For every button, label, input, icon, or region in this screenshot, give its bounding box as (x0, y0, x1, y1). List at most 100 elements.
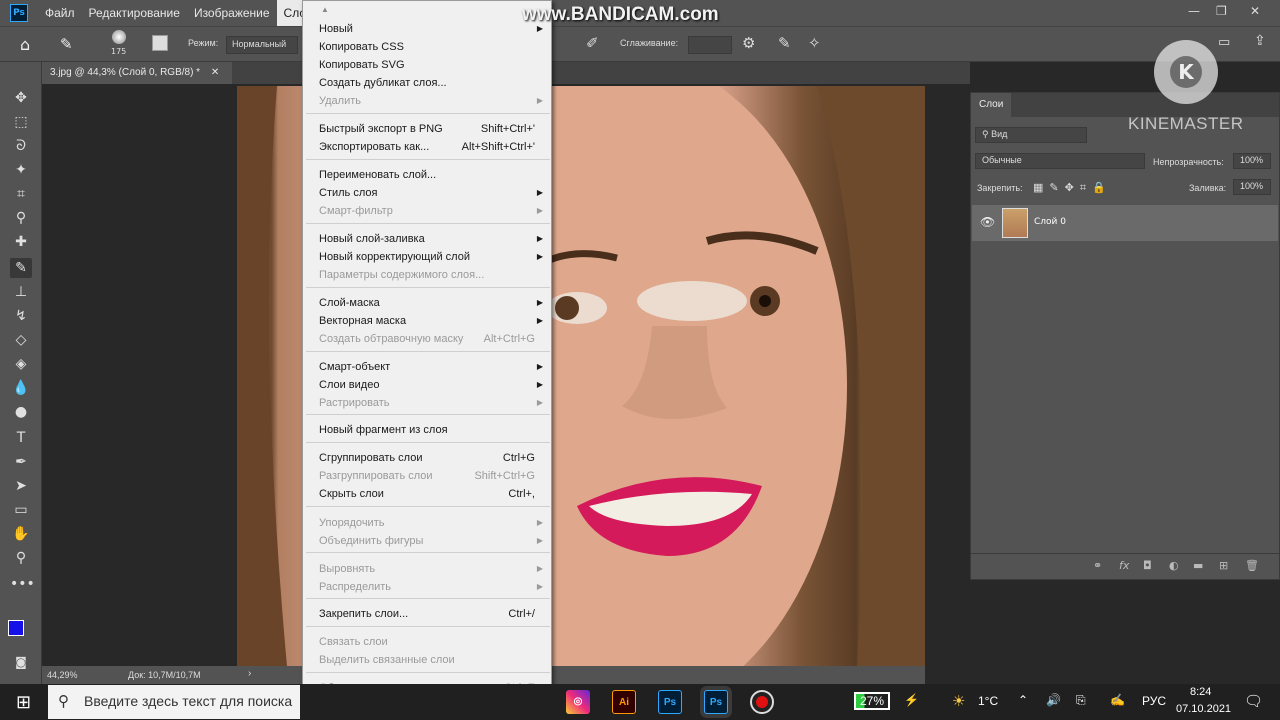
menu-item[interactable]: Распределить ▶ (319, 579, 547, 595)
menu-item[interactable]: Переименовать слой... (319, 167, 547, 183)
new-layer-icon[interactable]: ⊞ (1219, 559, 1228, 572)
photoshop-logo-icon[interactable]: Ps (10, 4, 28, 22)
blur-tool-icon[interactable]: 💧 (10, 378, 32, 398)
more-tools-icon[interactable]: ••• (10, 574, 35, 594)
crop-tool-icon[interactable]: ⌗ (10, 184, 32, 204)
adjustment-layer-icon[interactable]: ◐ (1169, 559, 1179, 572)
menu-item[interactable]: Копировать SVG (319, 57, 547, 73)
dodge-tool-icon[interactable]: ● (10, 402, 32, 422)
visibility-eye-icon[interactable]: 👁 (980, 215, 995, 229)
close-tab-icon[interactable]: ✕ (211, 67, 219, 78)
menu-item[interactable]: Смарт-фильтр ▶ (319, 203, 547, 219)
bandicam-record-icon[interactable] (750, 690, 774, 714)
menu-item[interactable]: Связать слои (319, 634, 547, 650)
healing-tool-icon[interactable]: ✚ (10, 232, 32, 252)
layer-kind-filter[interactable]: ⚲ Вид (975, 127, 1087, 143)
path-select-tool-icon[interactable]: ➤ (10, 476, 32, 496)
menu-item[interactable]: Упорядочить ▶ (319, 515, 547, 531)
language-indicator[interactable]: РУС (1142, 694, 1166, 708)
brush-preset-icon[interactable]: ✎ (60, 35, 73, 53)
foreground-color-swatch[interactable] (8, 620, 24, 636)
link-layers-icon[interactable]: ⚭ (1093, 559, 1102, 572)
clock-time[interactable]: 8:24 (1190, 686, 1211, 698)
eraser-tool-icon[interactable]: ◇ (10, 330, 32, 350)
menu-item[interactable]: Выделить связанные слои (319, 652, 547, 668)
menu-item[interactable]: Слой-маска ▶ (319, 295, 547, 311)
menu-item[interactable]: Векторная маска ▶ (319, 313, 547, 329)
menu-item[interactable]: Новый корректирующий слой ▶ (319, 249, 547, 265)
zoom-tool-icon[interactable]: ⚲ (10, 548, 32, 568)
menu-item[interactable]: Быстрый экспорт в PNG Shift+Ctrl+' (319, 121, 547, 137)
minimize-icon[interactable]: — (1188, 4, 1200, 18)
workspace-icon[interactable]: ▭ (1218, 35, 1230, 50)
brush-panel-icon[interactable] (152, 35, 168, 51)
menu-item[interactable]: Новый ▶ (319, 21, 547, 37)
trash-icon[interactable]: 🗑 (1245, 559, 1259, 572)
restore-icon[interactable]: ❐ (1216, 4, 1227, 18)
pen-tool-icon[interactable]: ✒ (10, 452, 32, 472)
menu-item[interactable]: Сгруппировать слои Ctrl+G (319, 450, 547, 466)
smoothing-field[interactable] (688, 36, 732, 54)
add-mask-icon[interactable]: ◘ (1143, 559, 1152, 572)
taskbar-search-box[interactable]: ⚲ Введите здесь текст для поиска (48, 685, 300, 719)
scroll-up-icon[interactable]: ▲ (321, 5, 329, 14)
photoshop-active-icon[interactable]: Ps (704, 690, 728, 714)
menu-item[interactable]: Создать обтравочную маску Alt+Ctrl+G (319, 331, 547, 347)
eyedropper-tool-icon[interactable]: ⚲ (10, 208, 32, 228)
history-brush-tool-icon[interactable]: ↯ (10, 306, 32, 326)
stamp-tool-icon[interactable]: ⊥ (10, 282, 32, 302)
menu-file[interactable]: Файл (38, 0, 82, 26)
mode-select[interactable]: Нормальный (226, 36, 298, 54)
lock-icons[interactable]: ▦✎✥⌗🔒 (1033, 181, 1112, 195)
battery-indicator[interactable]: 27% (854, 692, 891, 710)
lasso-tool-icon[interactable]: ᘐ (10, 136, 32, 156)
paint-bucket-tool-icon[interactable]: ◈ (10, 354, 32, 374)
fx-icon[interactable]: fx (1119, 559, 1129, 572)
menu-item[interactable]: Создать дубликат слоя... (319, 75, 547, 91)
notifications-icon[interactable]: 🗨 (1244, 692, 1263, 710)
blend-mode-select[interactable]: Обычные (975, 153, 1145, 169)
zoom-level[interactable]: 44,29% (47, 670, 78, 680)
airbrush-icon[interactable]: ✐ (586, 34, 599, 52)
brush-tool-icon[interactable]: ✎ (10, 258, 32, 278)
menu-item[interactable]: Растрировать ▶ (319, 395, 547, 411)
menu-item[interactable]: Объединить фигуры ▶ (319, 533, 547, 549)
illustrator-icon[interactable]: Ai (612, 690, 636, 714)
temperature[interactable]: 1°C (978, 694, 998, 708)
home-icon[interactable]: ⌂ (20, 35, 30, 54)
menu-item[interactable]: Копировать CSS (319, 39, 547, 55)
menu-edit[interactable]: Редактирование (82, 0, 187, 26)
marquee-tool-icon[interactable]: ⬚ (10, 112, 32, 132)
type-tool-icon[interactable]: T (10, 428, 32, 448)
menu-item[interactable]: Выровнять ▶ (319, 561, 547, 577)
hand-tool-icon[interactable]: ✋ (10, 524, 32, 544)
photoshop-taskbar-icon[interactable]: Ps (658, 690, 682, 714)
windows-start-icon[interactable]: ⊞ (16, 692, 31, 713)
clock-date[interactable]: 07.10.2021 (1176, 703, 1231, 715)
menu-item[interactable]: Скрыть слои Ctrl+, (319, 486, 547, 502)
status-arrow-icon[interactable]: › (248, 668, 251, 679)
menu-image[interactable]: Изображение (187, 0, 277, 26)
rectangle-tool-icon[interactable]: ▭ (10, 500, 32, 520)
menu-item[interactable]: Новый фрагмент из слоя (319, 422, 547, 438)
quick-mask-icon[interactable]: ◙ (10, 652, 32, 672)
move-tool-icon[interactable]: ✥ (10, 88, 32, 108)
menu-item[interactable]: Смарт-объект ▶ (319, 359, 547, 375)
menu-item[interactable]: Экспортировать как... Alt+Shift+Ctrl+' (319, 139, 547, 155)
show-hidden-icons-icon[interactable]: ⌃ (1018, 693, 1028, 707)
network-icon[interactable]: ⎘ (1076, 693, 1086, 708)
menu-item[interactable]: Параметры содержимого слоя... (319, 267, 547, 283)
share-icon[interactable]: ⇪ (1254, 33, 1266, 49)
menu-item[interactable]: Удалить ▶ (319, 93, 547, 109)
menu-item[interactable]: Закрепить слои... Ctrl+/ (319, 606, 547, 622)
document-tab[interactable]: 3.jpg @ 44,3% (Слой 0, RGB/8) * ✕ (42, 62, 232, 84)
menu-item[interactable]: Стиль слоя ▶ (319, 185, 547, 201)
fill-field[interactable]: 100% (1233, 179, 1271, 195)
volume-icon[interactable]: 🔊 (1046, 693, 1061, 707)
quick-select-tool-icon[interactable]: ✦ (10, 160, 32, 180)
weather-icon[interactable]: ☀ (952, 692, 965, 710)
menu-item[interactable]: Новый слой-заливка ▶ (319, 231, 547, 247)
close-icon[interactable]: ✕ (1250, 4, 1260, 18)
layers-tab[interactable]: Слои (971, 93, 1012, 117)
menu-item[interactable]: Слои видео ▶ (319, 377, 547, 393)
